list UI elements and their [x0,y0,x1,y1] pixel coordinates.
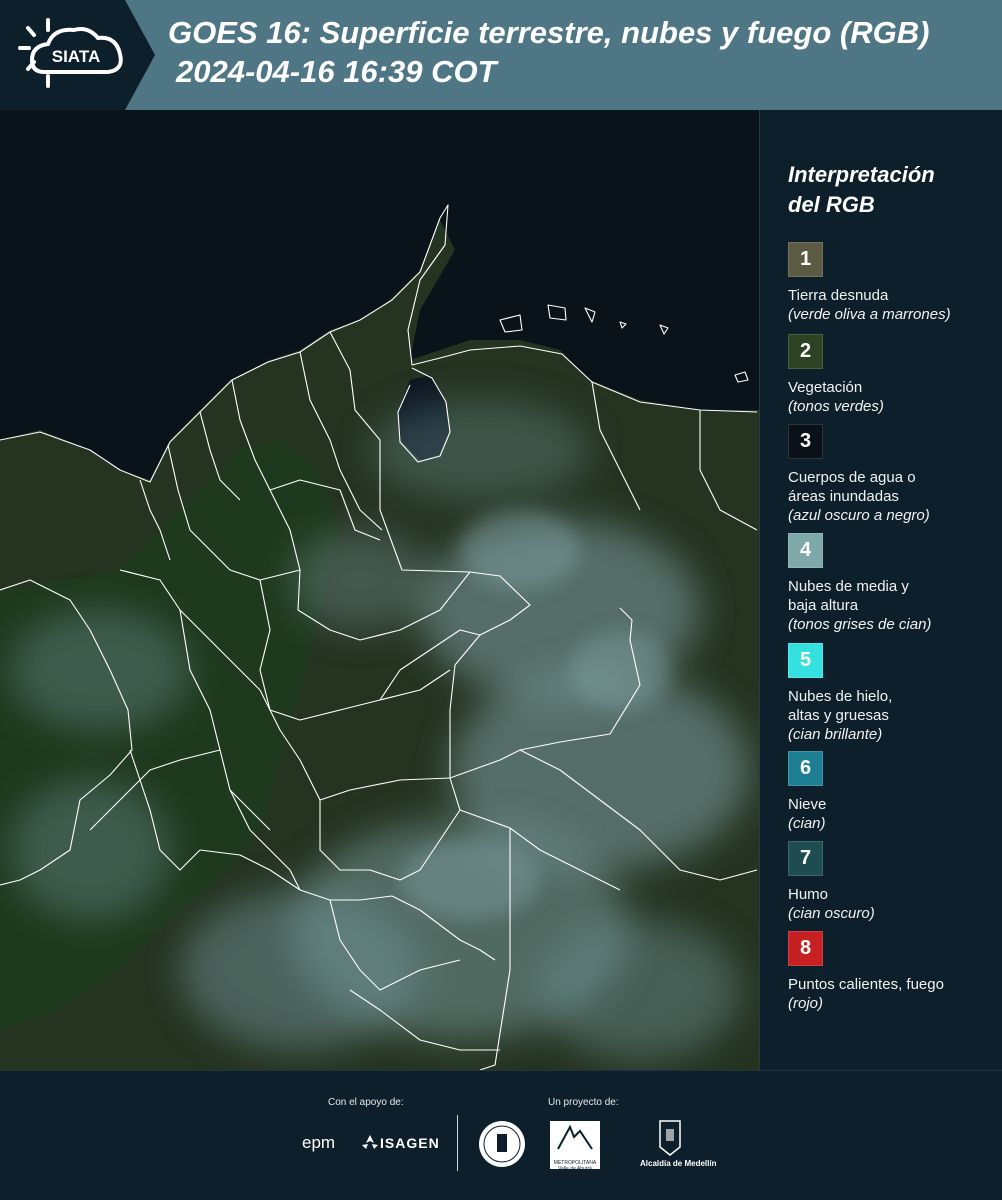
legend-swatch-5: 5 [788,643,823,678]
area-metropolitana-icon [557,1124,593,1150]
legend-label-line: Nieve [788,796,827,813]
satellite-map[interactable] [0,110,760,1070]
legend-label-line: Vegetación [788,379,863,396]
legend: Interpretación del RGB [788,160,988,220]
legend-label-line: Nubes de hielo, [788,688,893,705]
coat-of-arms-icon [659,1120,681,1156]
legend-item-8: 8 Puntos calientes, fuego (rojo) [788,931,944,1013]
footer: Con el apoyo de: Un proyecto de: epm ISA… [0,1070,1002,1200]
legend-description: (cian brillante) [788,726,883,743]
footer-divider [457,1115,458,1171]
legend-description: (tonos grises de cian) [788,616,932,633]
legend-item-1: 1 Tierra desnuda (verde oliva a marrones) [788,242,951,324]
legend-item-2: 2 Vegetación (tonos verdes) [788,334,884,416]
legend-description: (verde oliva a marrones) [788,306,951,323]
legend-swatch-3: 3 [788,424,823,459]
legend-item-7: 7 Humo (cian oscuro) [788,841,875,923]
legend-description: (cian) [788,815,826,832]
legend-label-line: Tierra desnuda [788,287,889,304]
legend-title-line1: Interpretación [788,162,935,187]
legend-label-6: Nieve (cian) [788,795,826,833]
legend-swatch-2: 2 [788,334,823,369]
satellite-image [0,110,759,1070]
legend-label-4: Nubes de media y baja altura (tonos grises… [788,577,931,634]
legend-label-1: Tierra desnuda (verde oliva a marrones) [788,286,951,324]
area-metropolitana-label: METROPOLITANA Valle de Aburrá [553,1160,597,1172]
page-title: GOES 16: Superficie terrestre, nubes y f… [168,15,930,50]
logo-text: SIATA [52,47,100,66]
isagen-icon [362,1135,378,1149]
legend-item-4: 4 Nubes de media y baja altura (tonos grise… [788,533,931,634]
seal-icon [479,1121,525,1167]
legend-label-7: Humo (cian oscuro) [788,885,875,923]
legend-item-3: 3 Cuerpos de agua o áreas inundadas (azul o… [788,424,930,525]
epm-logo: epm [302,1133,336,1152]
legend-swatch-7: 7 [788,841,823,876]
legend-label-line: Cuerpos de agua o [788,469,916,486]
legend-swatch-8: 8 [788,931,823,966]
legend-label-5: Nubes de hielo, altas y gruesas (cian bril… [788,687,892,744]
siata-logo: SIATA [18,18,123,88]
legend-description: (azul oscuro a negro) [788,507,930,524]
area-metropolitana-logo: METROPOLITANA Valle de Aburrá [550,1121,600,1172]
legend-item-5: 5 Nubes de hielo, altas y gruesas (cian bri… [788,643,892,744]
project-label: Un proyecto de: [548,1097,619,1108]
legend-label-line: áreas inundadas [788,488,899,505]
logo-block: SIATA [0,0,155,110]
support-label: Con el apoyo de: [328,1097,404,1108]
legend-label-3: Cuerpos de agua o áreas inundadas (azul os… [788,468,930,525]
legend-title-line2: del RGB [788,192,875,217]
legend-swatch-6: 6 [788,751,823,786]
legend-label-8: Puntos calientes, fuego (rojo) [788,975,944,1013]
legend-label-line: Puntos calientes, fuego [788,976,944,993]
legend-description: (rojo) [788,995,824,1012]
legend-description: (tonos verdes) [788,398,884,415]
alcaldia-logo: Alcaldía de Medellín [640,1117,717,1177]
timestamp: 2024-04-16 16:39 COT [176,54,497,89]
header-band: SIATA GOES 16: Superficie terrestre, nub… [0,0,1002,110]
legend-description: (cian oscuro) [788,905,875,922]
alcaldia-label: Alcaldía de Medellín [640,1159,717,1168]
isagen-label: ISAGEN [380,1135,440,1151]
legend-label-line: Humo [788,886,829,903]
legend-label-line: altas y gruesas [788,707,889,724]
legend-swatch-1: 1 [788,242,823,277]
legend-label-2: Vegetación (tonos verdes) [788,378,884,416]
legend-swatch-4: 4 [788,533,823,568]
legend-item-6: 6 Nieve (cian) [788,751,826,833]
legend-label-line: baja altura [788,597,859,614]
legend-label-line: Nubes de media y [788,578,909,595]
